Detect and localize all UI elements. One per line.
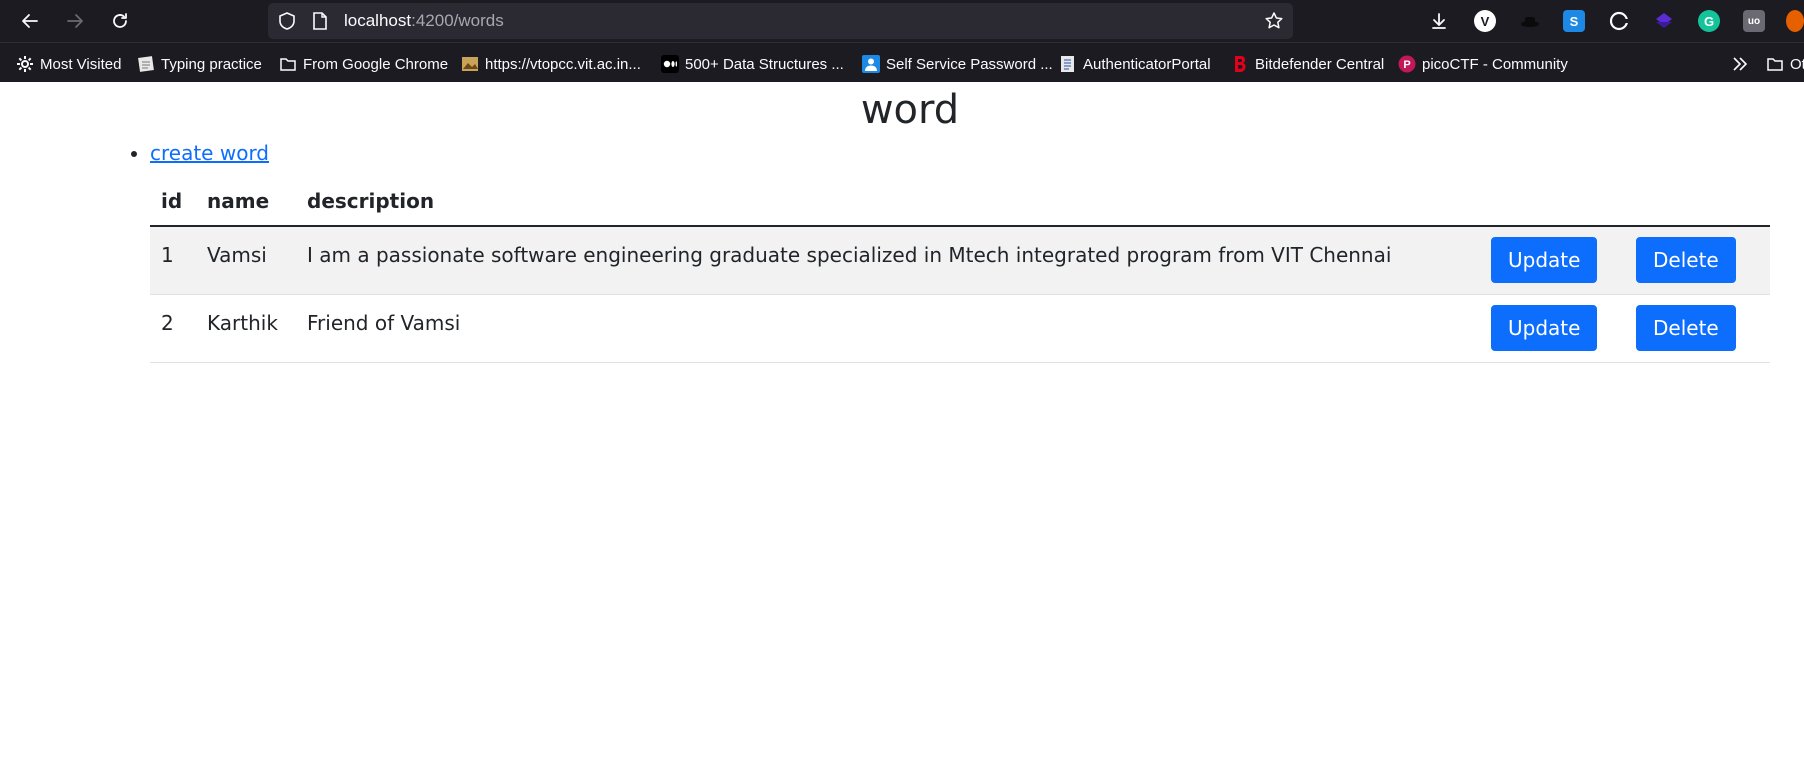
url-host: localhost xyxy=(344,11,412,30)
page-content: word create word id name description 1 V… xyxy=(0,82,1804,760)
delete-button[interactable]: Delete xyxy=(1636,237,1736,284)
column-header-update xyxy=(1480,176,1625,227)
cell-delete: Delete xyxy=(1625,226,1770,295)
words-table: id name description 1 Vamsi I am a passi… xyxy=(150,176,1770,363)
column-header-name: name xyxy=(196,176,296,227)
update-button[interactable]: Update xyxy=(1491,305,1598,351)
folder-icon xyxy=(1766,55,1784,73)
page-title: word xyxy=(860,87,960,133)
page-info-icon[interactable] xyxy=(311,11,329,31)
url-path: :4200/words xyxy=(411,11,504,30)
downloads-icon[interactable] xyxy=(1428,10,1450,32)
svg-text:P: P xyxy=(1403,59,1410,71)
bookmark-label: Bitdefender Central xyxy=(1255,55,1385,73)
delete-button[interactable]: Delete xyxy=(1636,305,1736,351)
fox-extension-icon[interactable] xyxy=(1786,10,1804,32)
bookmark-authenticator[interactable]: AuthenticatorPortal xyxy=(1059,54,1211,74)
nav-link-list: create word xyxy=(130,141,269,165)
bookmark-folder-chrome[interactable]: From Google Chrome xyxy=(279,54,448,74)
vimeo-extension-icon[interactable]: V xyxy=(1474,10,1496,32)
bookmark-picoctf[interactable]: P picoCTF - Community xyxy=(1398,54,1568,74)
bookmark-label: picoCTF - Community xyxy=(1422,55,1568,73)
column-header-id: id xyxy=(150,176,196,227)
update-button[interactable]: Update xyxy=(1491,237,1598,284)
column-header-delete xyxy=(1625,176,1770,227)
gear-icon xyxy=(16,55,34,73)
hat-extension-icon[interactable] xyxy=(1519,10,1541,32)
bookmark-typing-practice[interactable]: Typing practice xyxy=(137,54,262,74)
forward-button[interactable] xyxy=(63,9,87,33)
cell-description: I am a passionate software engineering g… xyxy=(296,226,1480,295)
bookmark-label: AuthenticatorPortal xyxy=(1083,55,1211,73)
bitdefender-icon xyxy=(1231,55,1249,73)
bookmark-other-folder[interactable]: Ot xyxy=(1766,54,1804,74)
table-header-row: id name description xyxy=(150,176,1770,227)
cell-id: 2 xyxy=(150,294,196,363)
bookmark-data-structures[interactable]: 500+ Data Structures ... xyxy=(661,54,844,74)
arrow-right-icon xyxy=(67,14,83,28)
bookmark-label: https://vtopcc.vit.ac.in... xyxy=(485,55,641,73)
site-icon xyxy=(461,55,479,73)
column-header-description: description xyxy=(296,176,1480,227)
cell-description: Friend of Vamsi xyxy=(296,294,1480,363)
picoctf-icon: P xyxy=(1398,55,1416,73)
document-icon xyxy=(1059,55,1077,73)
browser-toolbar: localhost:4200/words V S G uo xyxy=(0,0,1804,42)
ublock-icon[interactable]: uo xyxy=(1743,10,1765,32)
arrow-left-icon xyxy=(22,14,38,28)
bookmark-label: Most Visited xyxy=(40,55,122,73)
folder-icon xyxy=(279,55,297,73)
cell-id: 1 xyxy=(150,226,196,295)
chevron-double-right-icon xyxy=(1733,57,1748,71)
bookmark-self-service[interactable]: Self Service Password ... xyxy=(862,54,1053,74)
s-extension-icon[interactable]: S xyxy=(1563,10,1585,32)
bookmark-label: From Google Chrome xyxy=(303,55,449,73)
table-row: 2 Karthik Friend of Vamsi Update Delete xyxy=(150,294,1770,363)
reload-icon xyxy=(113,13,127,28)
bookmark-label: Self Service Password ... xyxy=(886,55,1053,73)
cell-delete: Delete xyxy=(1625,294,1770,363)
cell-update: Update xyxy=(1480,294,1625,363)
bookmark-star-icon[interactable] xyxy=(1264,11,1284,31)
list-item: create word xyxy=(150,141,269,165)
bookmarks-overflow-button[interactable] xyxy=(1731,54,1749,74)
reload-button[interactable] xyxy=(108,9,132,33)
shield-icon[interactable] xyxy=(277,11,297,31)
create-word-link[interactable]: create word xyxy=(150,141,269,165)
bookmark-bitdefender[interactable]: Bitdefender Central xyxy=(1231,54,1384,74)
grammarly-icon[interactable]: G xyxy=(1698,10,1720,32)
keyboard-icon xyxy=(137,55,155,73)
bookmark-label: Ot xyxy=(1790,55,1804,73)
url-text[interactable]: localhost:4200/words xyxy=(344,11,504,31)
bookmark-vtopcc[interactable]: https://vtopcc.vit.ac.in... xyxy=(461,54,641,74)
user-icon xyxy=(862,55,880,73)
edge-extension-icon[interactable] xyxy=(1608,10,1630,32)
medium-icon xyxy=(661,55,679,73)
cell-name: Karthik xyxy=(196,294,296,363)
address-bar[interactable]: localhost:4200/words xyxy=(268,3,1293,39)
back-button[interactable] xyxy=(18,9,42,33)
cell-update: Update xyxy=(1480,226,1625,295)
layers-extension-icon[interactable] xyxy=(1653,10,1675,32)
cell-name: Vamsi xyxy=(196,226,296,295)
bookmark-label: 500+ Data Structures ... xyxy=(685,55,844,73)
bookmarks-bar: Most Visited Typing practice From Google… xyxy=(0,42,1804,82)
bookmark-most-visited[interactable]: Most Visited xyxy=(16,54,121,74)
bookmark-label: Typing practice xyxy=(161,55,262,73)
table-row: 1 Vamsi I am a passionate software engin… xyxy=(150,226,1770,295)
